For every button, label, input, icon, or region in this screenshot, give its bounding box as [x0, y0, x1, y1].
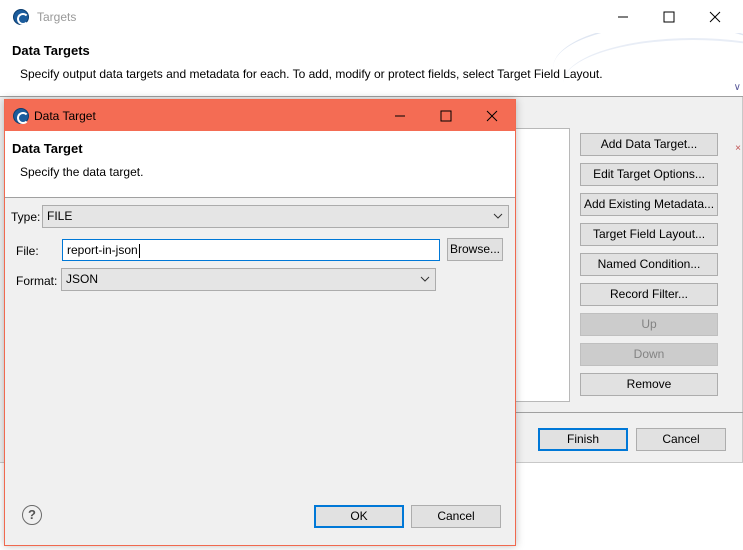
browse-button[interactable]: Browse... [447, 238, 503, 261]
file-label: File: [16, 244, 39, 258]
edit-target-options-button[interactable]: Edit Target Options... [580, 163, 718, 186]
dialog-header-description: Specify the data target. [20, 165, 144, 179]
targets-list[interactable] [515, 128, 570, 402]
app-logo-icon [13, 108, 29, 124]
dialog-title: Data Target [34, 109, 96, 123]
targets-window-title: Targets [37, 10, 77, 24]
format-select[interactable]: JSON [61, 268, 436, 291]
ok-button[interactable]: OK [314, 505, 404, 528]
dialog-header-title: Data Target [12, 141, 83, 156]
dialog-header: Data Target Specify the data target. [5, 131, 515, 198]
targets-titlebar[interactable]: Targets [0, 0, 743, 33]
data-target-dialog: Data Target Data Target Specify the data… [4, 99, 516, 546]
minimize-icon [395, 115, 405, 117]
record-filter-button[interactable]: Record Filter... [580, 283, 718, 306]
file-input-value: report-in-json [67, 243, 138, 257]
close-button[interactable] [692, 0, 738, 33]
maximize-icon [663, 11, 675, 23]
edge-marker: × [735, 143, 741, 154]
maximize-icon [440, 110, 452, 122]
text-caret [138, 243, 140, 258]
dialog-maximize-button[interactable] [423, 100, 469, 131]
close-icon [486, 110, 498, 122]
minimize-icon [618, 16, 628, 18]
targets-header: Data Targets Specify output data targets… [0, 33, 743, 97]
type-select[interactable]: FILE [42, 205, 509, 228]
chevron-down-icon [420, 276, 430, 282]
remove-button[interactable]: Remove [580, 373, 718, 396]
file-input[interactable]: report-in-json [62, 239, 440, 261]
targets-header-description: Specify output data targets and metadata… [20, 67, 603, 81]
targets-header-title: Data Targets [12, 43, 90, 58]
divider [515, 412, 743, 413]
type-select-value: FILE [47, 209, 73, 223]
add-existing-metadata-button[interactable]: Add Existing Metadata... [580, 193, 718, 216]
target-field-layout-button[interactable]: Target Field Layout... [580, 223, 718, 246]
maximize-button[interactable] [646, 0, 692, 33]
up-button[interactable]: Up [580, 313, 718, 336]
targets-cancel-button[interactable]: Cancel [636, 428, 726, 451]
format-select-value: JSON [66, 272, 99, 286]
data-target-titlebar[interactable]: Data Target [5, 100, 515, 131]
minimize-button[interactable] [600, 0, 646, 33]
close-icon [709, 11, 721, 23]
dialog-cancel-button[interactable]: Cancel [411, 505, 501, 528]
type-label: Type: [11, 210, 41, 224]
named-condition-button[interactable]: Named Condition... [580, 253, 718, 276]
dialog-close-button[interactable] [469, 100, 515, 131]
format-label: Format: [16, 274, 58, 288]
help-icon[interactable]: ? [22, 505, 42, 525]
down-button[interactable]: Down [580, 343, 718, 366]
finish-button[interactable]: Finish [538, 428, 628, 451]
dialog-minimize-button[interactable] [377, 100, 423, 131]
app-logo-icon [13, 9, 29, 25]
edge-marker: ∨ [733, 82, 741, 93]
chevron-down-icon [493, 213, 503, 219]
add-data-target-button[interactable]: Add Data Target... [580, 133, 718, 156]
